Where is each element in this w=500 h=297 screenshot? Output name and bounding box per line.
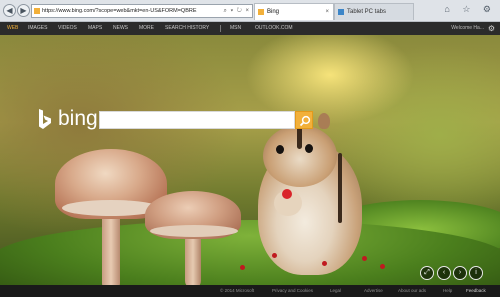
nav-divider	[220, 25, 221, 32]
footer-link-advertise[interactable]: Advertise	[364, 285, 383, 297]
search-input[interactable]	[99, 111, 295, 129]
address-tools[interactable]: ⌕ ▾ ↻ ×	[224, 5, 250, 17]
search-icon	[299, 115, 311, 127]
footer-link-privacy[interactable]: Privacy and Cookies	[272, 285, 313, 297]
chipmunk-eye	[305, 144, 313, 153]
footer-link-help[interactable]: Help	[443, 285, 452, 297]
browser-tools-icons[interactable]: ⌂ ☆ ⚙	[444, 4, 496, 15]
nav-item-videos[interactable]: VIDEOS	[58, 22, 77, 35]
nav-item-web[interactable]: WEB	[7, 22, 18, 35]
top-navigation: WEB IMAGES VIDEOS MAPS NEWS MORE SEARCH …	[0, 22, 500, 35]
expand-icon: ⤢	[424, 269, 430, 276]
homepage-background-image: bing ⤢ ‹ › i	[0, 35, 500, 285]
address-url: https://www.bing.com/?scope=web&mkt=en-U…	[42, 8, 197, 14]
page-tab-icon	[338, 9, 344, 15]
gear-icon[interactable]: ⚙	[487, 24, 496, 33]
footer-link-feedback[interactable]: Feedback	[466, 285, 486, 297]
nav-item-outlook[interactable]: OUTLOOK.COM	[255, 22, 293, 35]
bing-favicon-icon	[34, 8, 40, 14]
info-icon: i	[475, 269, 477, 276]
nav-item-news[interactable]: NEWS	[113, 22, 128, 35]
chipmunk-ear	[318, 113, 330, 129]
tab-tablet-pc[interactable]: Tablet PC tabs	[334, 3, 414, 20]
nav-item-images[interactable]: IMAGES	[28, 22, 47, 35]
nav-item-search-history[interactable]: SEARCH HISTORY	[165, 22, 209, 35]
bing-b-icon	[39, 109, 51, 129]
berry	[240, 265, 245, 270]
nav-item-maps[interactable]: MAPS	[88, 22, 102, 35]
footer-link-legal[interactable]: Legal	[330, 285, 341, 297]
chipmunk-eye	[276, 145, 284, 154]
forward-arrow-icon: ▶	[20, 6, 27, 15]
page-footer: © 2014 Microsoft Privacy and Cookies Leg…	[0, 285, 500, 297]
berry	[282, 189, 292, 199]
tab-label: Bing	[267, 9, 280, 15]
berry	[272, 253, 277, 258]
copyright-text: © 2014 Microsoft	[220, 288, 255, 293]
bing-logo-text: bing	[58, 107, 98, 130]
berry	[362, 256, 367, 261]
browser-toolbar: ◀ ▶ https://www.bing.com/?scope=web&mkt=…	[0, 0, 500, 22]
tab-close-icon[interactable]: ×	[325, 4, 329, 20]
bing-tab-icon	[258, 9, 264, 15]
chevron-right-icon: ›	[458, 269, 462, 276]
nav-item-msn[interactable]: MSN	[230, 22, 241, 35]
image-info-button[interactable]: i	[469, 266, 483, 280]
previous-image-button[interactable]: ‹	[437, 266, 451, 280]
berry	[380, 264, 385, 269]
berry	[322, 261, 327, 266]
nav-item-more[interactable]: MORE	[139, 22, 154, 35]
next-image-button[interactable]: ›	[453, 266, 467, 280]
mushroom-gills	[150, 225, 238, 237]
tab-label: Tablet PC tabs	[347, 9, 387, 15]
mushroom-stem	[102, 211, 120, 285]
expand-image-button[interactable]: ⤢	[420, 266, 434, 280]
back-arrow-icon: ◀	[6, 6, 13, 15]
tab-bing[interactable]: Bing ×	[254, 3, 334, 20]
chipmunk-stripe	[338, 153, 342, 223]
search-button[interactable]	[295, 111, 313, 129]
mushroom-stem	[185, 233, 201, 285]
footer-link-about-ads[interactable]: About our ads	[398, 285, 426, 297]
forward-button[interactable]: ▶	[17, 4, 30, 17]
signed-in-user[interactable]: Welcome Ha...	[451, 22, 484, 35]
back-button[interactable]: ◀	[3, 4, 16, 17]
address-bar[interactable]: https://www.bing.com/?scope=web&mkt=en-U…	[31, 4, 253, 18]
chevron-left-icon: ‹	[442, 269, 446, 276]
